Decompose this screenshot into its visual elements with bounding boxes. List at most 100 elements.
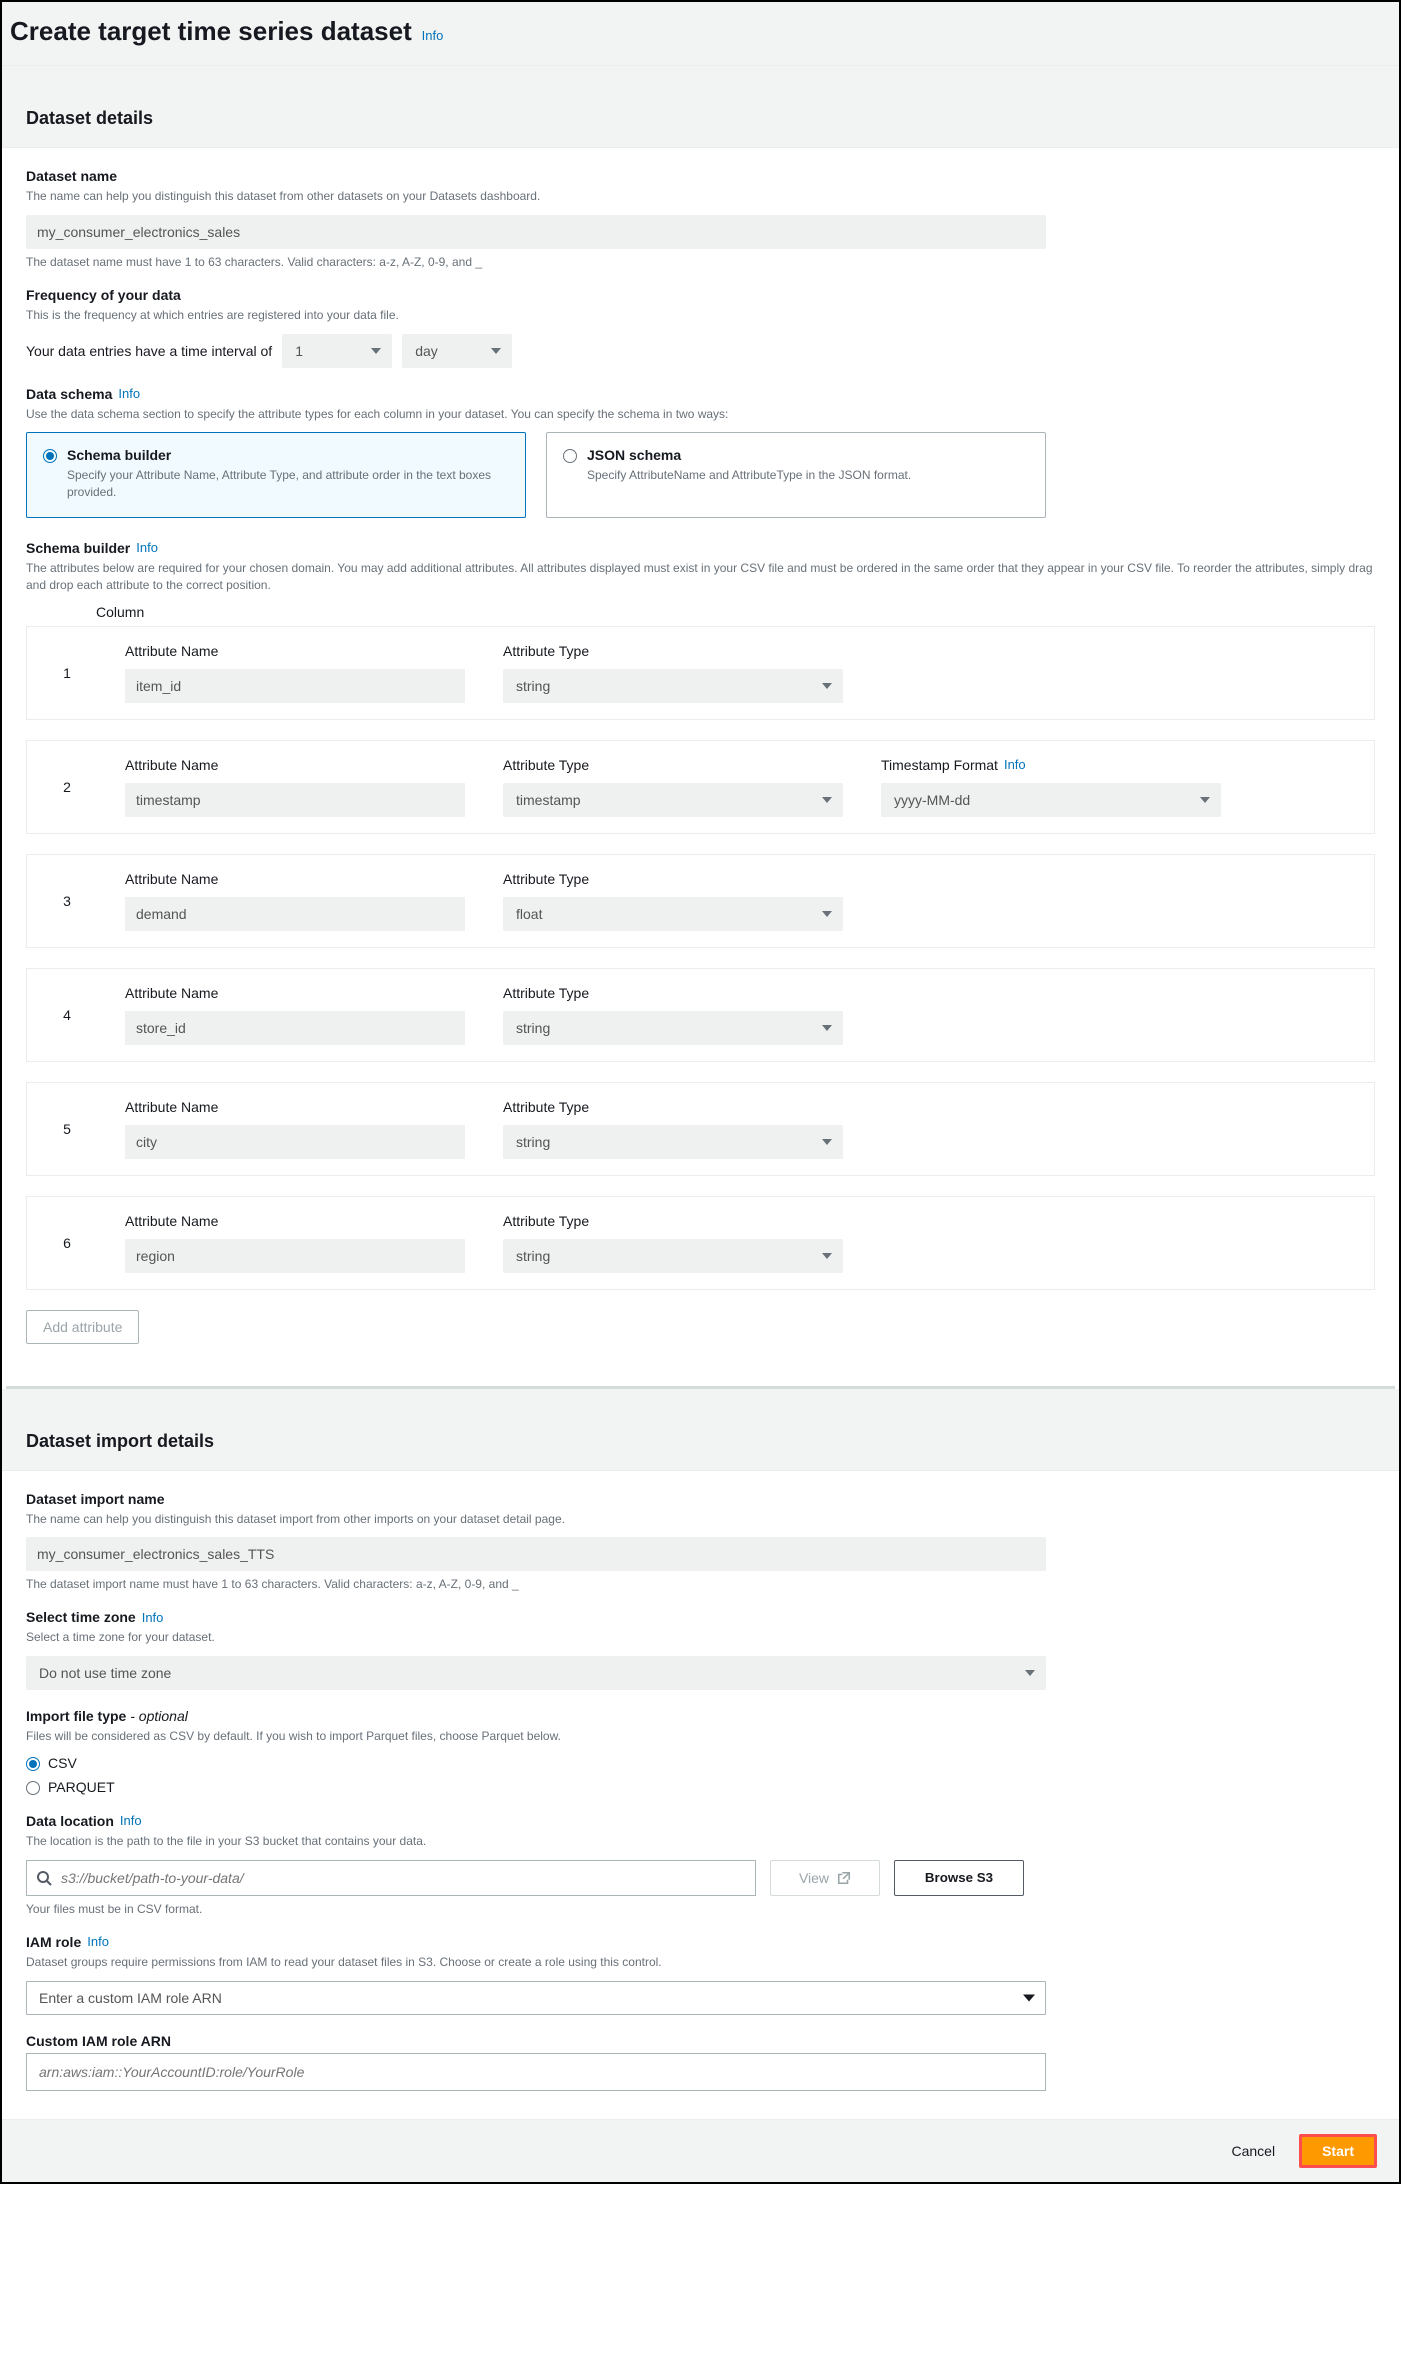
attr-type-label: Attribute Type bbox=[503, 643, 863, 659]
filetype-field: Import file type - optional Files will b… bbox=[26, 1708, 1375, 1795]
schema-row[interactable]: 3 Attribute Name Attribute Type float bbox=[26, 854, 1375, 948]
timestamp-format-select[interactable]: yyyy-MM-dd bbox=[881, 783, 1221, 817]
import-name-field: Dataset import name The name can help yo… bbox=[26, 1491, 1375, 1592]
filetype-desc: Files will be considered as CSV by defau… bbox=[26, 1728, 1375, 1745]
attr-type-select[interactable]: string bbox=[503, 669, 843, 703]
start-button[interactable]: Start bbox=[1299, 2134, 1377, 2168]
data-schema-info-link[interactable]: Info bbox=[118, 386, 140, 401]
dataset-details-panel: Dataset name The name can help you disti… bbox=[2, 148, 1399, 1386]
data-location-info-link[interactable]: Info bbox=[120, 1813, 142, 1828]
radio-checked-icon bbox=[43, 449, 57, 463]
attr-type-label: Attribute Type bbox=[503, 1099, 863, 1115]
filetype-label: Import file type bbox=[26, 1708, 126, 1724]
frequency-sentence: Your data entries have a time interval o… bbox=[26, 343, 272, 359]
chevron-down-icon bbox=[371, 348, 381, 354]
import-name-input[interactable] bbox=[26, 1537, 1046, 1571]
attr-type-select[interactable]: string bbox=[503, 1239, 843, 1273]
dataset-name-desc: The name can help you distinguish this d… bbox=[26, 188, 1375, 205]
schema-builder-info-link[interactable]: Info bbox=[136, 540, 158, 555]
attr-type-label: Attribute Type bbox=[503, 985, 863, 1001]
data-location-label: Data location bbox=[26, 1813, 114, 1829]
attr-type-select[interactable]: timestamp bbox=[503, 783, 843, 817]
data-location-input[interactable] bbox=[26, 1860, 756, 1896]
page-header: Create target time series dataset Info bbox=[2, 2, 1399, 66]
dataset-name-input[interactable] bbox=[26, 215, 1046, 249]
import-name-label: Dataset import name bbox=[26, 1491, 1375, 1507]
browse-s3-button[interactable]: Browse S3 bbox=[894, 1860, 1024, 1896]
timestamp-format-label: Timestamp Format Info bbox=[881, 757, 1241, 773]
schema-row-number: 3 bbox=[27, 855, 107, 947]
attr-name-input[interactable] bbox=[125, 1125, 465, 1159]
timezone-field: Select time zone Info Select a time zone… bbox=[26, 1609, 1375, 1690]
chevron-down-icon bbox=[491, 348, 501, 354]
dataset-name-label: Dataset name bbox=[26, 168, 1375, 184]
schema-row[interactable]: 2 Attribute Name Attribute Type timestamp Ti… bbox=[26, 740, 1375, 834]
chevron-down-icon bbox=[822, 683, 832, 689]
filetype-parquet-option[interactable]: PARQUET bbox=[26, 1779, 1375, 1795]
timezone-desc: Select a time zone for your dataset. bbox=[26, 1629, 1375, 1646]
timezone-select[interactable]: Do not use time zone bbox=[26, 1656, 1046, 1690]
custom-arn-input[interactable] bbox=[26, 2053, 1046, 2091]
radio-checked-icon bbox=[26, 1757, 40, 1771]
iam-role-field: IAM role Info Dataset groups require per… bbox=[26, 1934, 1375, 2015]
add-attribute-button[interactable]: Add attribute bbox=[26, 1310, 139, 1344]
column-header: Column bbox=[96, 604, 1375, 620]
attr-name-input[interactable] bbox=[125, 669, 465, 703]
cancel-button[interactable]: Cancel bbox=[1222, 2134, 1286, 2168]
attr-name-input[interactable] bbox=[125, 897, 465, 931]
chevron-down-icon bbox=[1025, 1670, 1035, 1676]
attr-type-label: Attribute Type bbox=[503, 757, 863, 773]
iam-role-info-link[interactable]: Info bbox=[87, 1934, 109, 1949]
attr-name-label: Attribute Name bbox=[125, 643, 485, 659]
page-info-link[interactable]: Info bbox=[422, 28, 444, 43]
frequency-unit-select[interactable]: day bbox=[402, 334, 512, 368]
frequency-desc: This is the frequency at which entries a… bbox=[26, 307, 1375, 324]
frequency-number-select[interactable]: 1 bbox=[282, 334, 392, 368]
schema-builder-label: Schema builder bbox=[26, 540, 130, 556]
data-location-field: Data location Info The location is the p… bbox=[26, 1813, 1375, 1916]
iam-role-select[interactable]: Enter a custom IAM role ARN bbox=[26, 1981, 1046, 2015]
timezone-info-link[interactable]: Info bbox=[142, 1610, 164, 1625]
schema-row[interactable]: 5 Attribute Name Attribute Type string bbox=[26, 1082, 1375, 1176]
attr-type-label: Attribute Type bbox=[503, 1213, 863, 1229]
import-details-heading: Dataset import details bbox=[2, 1411, 1399, 1471]
attr-name-label: Attribute Name bbox=[125, 757, 485, 773]
schema-builder-tile[interactable]: Schema builder Specify your Attribute Na… bbox=[26, 432, 526, 518]
attr-name-label: Attribute Name bbox=[125, 985, 485, 1001]
data-location-desc: The location is the path to the file in … bbox=[26, 1833, 1375, 1850]
custom-arn-field: Custom IAM role ARN bbox=[26, 2033, 1375, 2091]
frequency-label: Frequency of your data bbox=[26, 287, 1375, 303]
chevron-down-icon bbox=[822, 911, 832, 917]
view-button[interactable]: View bbox=[770, 1860, 880, 1896]
timestamp-format-info-link[interactable]: Info bbox=[1004, 757, 1026, 772]
schema-row-number: 5 bbox=[27, 1083, 107, 1175]
data-schema-field: Data schema Info Use the data schema sec… bbox=[26, 386, 1375, 518]
dataset-name-field: Dataset name The name can help you disti… bbox=[26, 168, 1375, 269]
json-schema-tile[interactable]: JSON schema Specify AttributeName and At… bbox=[546, 432, 1046, 518]
attr-name-input[interactable] bbox=[125, 1239, 465, 1273]
attr-name-input[interactable] bbox=[125, 783, 465, 817]
attr-name-label: Attribute Name bbox=[125, 1099, 485, 1115]
attr-type-label: Attribute Type bbox=[503, 871, 863, 887]
attr-type-select[interactable]: string bbox=[503, 1125, 843, 1159]
schema-row-number: 4 bbox=[27, 969, 107, 1061]
schema-row-number: 2 bbox=[27, 741, 107, 833]
attr-name-label: Attribute Name bbox=[125, 871, 485, 887]
attr-type-select[interactable]: string bbox=[503, 1011, 843, 1045]
search-icon bbox=[36, 1870, 52, 1886]
timezone-label: Select time zone bbox=[26, 1609, 136, 1625]
schema-builder-desc: The attributes below are required for yo… bbox=[26, 560, 1375, 594]
data-schema-label: Data schema bbox=[26, 386, 112, 402]
schema-builder-field: Schema builder Info The attributes below… bbox=[26, 540, 1375, 1344]
schema-row-number: 6 bbox=[27, 1197, 107, 1289]
chevron-down-icon bbox=[822, 1025, 832, 1031]
schema-row[interactable]: 1Attribute NameAttribute Typestring bbox=[26, 626, 1375, 720]
attr-name-input[interactable] bbox=[125, 1011, 465, 1045]
filetype-csv-option[interactable]: CSV bbox=[26, 1755, 1375, 1771]
attr-type-select[interactable]: float bbox=[503, 897, 843, 931]
schema-row[interactable]: 4 Attribute Name Attribute Type string bbox=[26, 968, 1375, 1062]
data-location-hint: Your files must be in CSV format. bbox=[26, 1902, 1375, 1916]
iam-role-label: IAM role bbox=[26, 1934, 81, 1950]
schema-row[interactable]: 6Attribute NameAttribute Typestring bbox=[26, 1196, 1375, 1290]
dataset-name-hint: The dataset name must have 1 to 63 chara… bbox=[26, 255, 1375, 269]
